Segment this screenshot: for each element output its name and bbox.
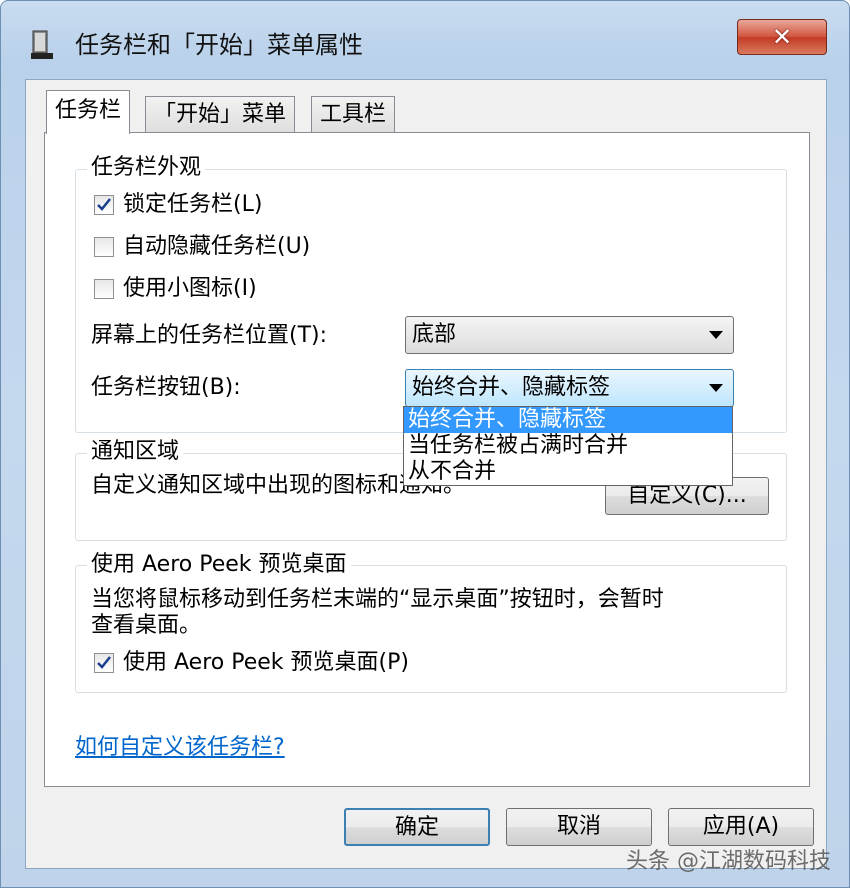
ok-button[interactable]: 确定	[344, 808, 490, 846]
aero-peek-label: 使用 Aero Peek 预览桌面(P)	[123, 650, 409, 675]
small-icons-label: 使用小图标(I)	[123, 276, 257, 301]
tab-toolbars[interactable]: 工具栏	[311, 96, 396, 132]
aero-peek-group-title: 使用 Aero Peek 预览桌面	[87, 551, 351, 579]
lock-taskbar-label: 锁定任务栏(L)	[123, 192, 263, 217]
apply-button[interactable]: 应用(A)	[668, 808, 814, 846]
buttons-label: 任务栏按钮(B):	[91, 375, 241, 400]
buttons-combobox[interactable]: 始终合并、隐藏标签	[405, 369, 734, 407]
dropdown-option[interactable]: 从不合并	[404, 459, 732, 485]
tab-taskbar[interactable]: 任务栏	[46, 90, 131, 134]
help-link[interactable]: 如何自定义该任务栏?	[75, 729, 285, 761]
chevron-down-icon	[709, 331, 723, 339]
auto-hide-checkbox[interactable]	[94, 237, 114, 257]
notification-group-title: 通知区域	[87, 438, 184, 466]
close-button[interactable]: ✕	[737, 19, 827, 55]
auto-hide-label: 自动隐藏任务栏(U)	[123, 234, 311, 259]
aero-peek-checkbox[interactable]	[94, 653, 114, 673]
position-combobox[interactable]: 底部	[405, 316, 734, 354]
position-label: 屏幕上的任务栏位置(T):	[91, 323, 328, 348]
window-title: 任务栏和「开始」菜单属性	[75, 31, 363, 59]
appearance-group-title: 任务栏外观	[87, 154, 206, 182]
buttons-dropdown-list: 始终合并、隐藏标签 当任务栏被占满时合并 从不合并	[403, 406, 733, 486]
dropdown-option[interactable]: 当任务栏被占满时合并	[404, 433, 732, 459]
watermark: 头条 @江湖数码科技	[626, 849, 831, 874]
taskbar-properties-icon	[31, 30, 53, 59]
position-value: 底部	[412, 322, 457, 347]
buttons-value: 始终合并、隐藏标签	[412, 375, 611, 400]
tab-start-menu[interactable]: 「开始」菜单	[145, 96, 296, 132]
cancel-button[interactable]: 取消	[506, 808, 652, 846]
dropdown-option[interactable]: 始终合并、隐藏标签	[404, 407, 732, 433]
lock-taskbar-checkbox[interactable]	[94, 195, 114, 215]
aero-peek-description-line2: 查看桌面。	[91, 613, 202, 638]
close-icon: ✕	[771, 23, 793, 51]
check-mark-icon	[97, 656, 111, 669]
small-icons-checkbox[interactable]	[94, 279, 114, 299]
chevron-down-icon	[709, 384, 723, 392]
dialog-window: 任务栏和「开始」菜单属性 ✕ 任务栏 「开始」菜单 工具栏 任务栏外观 锁定任务…	[0, 0, 850, 888]
check-mark-icon	[97, 198, 111, 211]
